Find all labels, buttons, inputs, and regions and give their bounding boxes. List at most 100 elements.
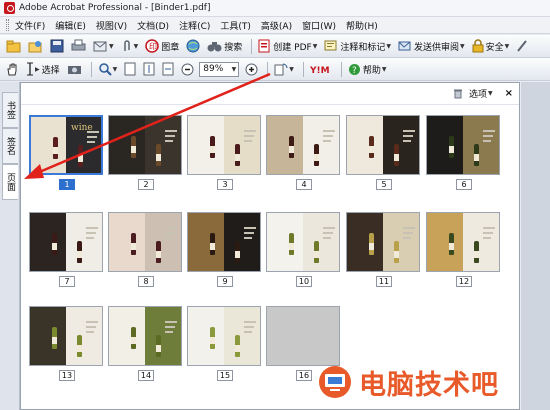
open-button[interactable] bbox=[26, 37, 45, 55]
page-thumbnail[interactable] bbox=[346, 115, 420, 175]
text-line bbox=[86, 232, 96, 234]
page-thumbnail[interactable] bbox=[108, 212, 182, 272]
zoom-level-input[interactable]: 89% ▼ bbox=[199, 61, 240, 77]
page-thumbnail[interactable] bbox=[108, 115, 182, 175]
page-number-label[interactable]: 10 bbox=[296, 276, 312, 287]
text-line bbox=[244, 130, 256, 132]
close-panel-button[interactable]: × bbox=[505, 88, 513, 99]
page-number-label[interactable]: 15 bbox=[217, 370, 233, 381]
help-button[interactable]: ? 帮助 ▼ bbox=[346, 60, 389, 78]
thumbnail-left-half bbox=[30, 307, 66, 365]
create-pdf-label: 创建 PDF bbox=[273, 42, 312, 53]
page-thumbnail[interactable] bbox=[29, 306, 103, 366]
text-line bbox=[244, 232, 254, 234]
bottle-label bbox=[52, 337, 57, 344]
fit-page-button[interactable] bbox=[141, 60, 157, 78]
menu-comments[interactable]: 注释(C) bbox=[179, 19, 210, 32]
select-tool-button[interactable]: ▶ 选择 bbox=[24, 60, 62, 78]
menu-advanced[interactable]: 高级(A) bbox=[261, 19, 292, 32]
text-line bbox=[165, 227, 177, 229]
menu-window[interactable]: 窗口(W) bbox=[302, 19, 336, 32]
globe-icon bbox=[186, 39, 200, 53]
page-thumbnail[interactable] bbox=[108, 306, 182, 366]
page-number-label[interactable]: 14 bbox=[138, 370, 154, 381]
menu-tools[interactable]: 工具(T) bbox=[220, 19, 251, 32]
comment-markup-button[interactable]: 注释和标记 ▼ bbox=[322, 37, 393, 55]
tab-signatures[interactable]: 签名 bbox=[2, 128, 18, 164]
yahoo-logo[interactable]: Y!M bbox=[308, 60, 334, 78]
page-number-label[interactable]: 1 bbox=[59, 179, 75, 190]
page-thumbnail[interactable] bbox=[29, 212, 103, 272]
thumbnail-right-half bbox=[145, 307, 181, 365]
page-number-label[interactable]: 6 bbox=[456, 179, 472, 190]
monitor-logo-icon bbox=[319, 366, 351, 398]
page-thumbnail[interactable] bbox=[187, 212, 261, 272]
toolbar-grip[interactable] bbox=[6, 19, 9, 31]
stamp-button[interactable]: 印 图章 bbox=[143, 37, 181, 55]
page-thumbnail[interactable]: wine bbox=[29, 115, 103, 175]
trash-icon bbox=[453, 89, 462, 99]
rotate-view-button[interactable]: ▼ bbox=[272, 60, 296, 78]
bottle-label bbox=[289, 243, 294, 250]
menu-document[interactable]: 文档(D) bbox=[137, 19, 169, 32]
menu-edit[interactable]: 编辑(E) bbox=[55, 19, 86, 32]
page-number-label[interactable]: 13 bbox=[59, 370, 75, 381]
tab-pages[interactable]: 页面 bbox=[2, 164, 18, 200]
page-thumbnail[interactable] bbox=[266, 115, 340, 175]
zoom-in-tool-button[interactable]: ▼ bbox=[96, 60, 120, 78]
create-pdf-button[interactable]: 创建 PDF ▼ bbox=[256, 37, 319, 55]
page-number-label[interactable]: 5 bbox=[376, 179, 392, 190]
zoom-out-button[interactable] bbox=[179, 60, 196, 78]
page-number-label[interactable]: 3 bbox=[217, 179, 233, 190]
sign-button[interactable] bbox=[514, 37, 530, 55]
text-line bbox=[323, 130, 335, 132]
page-number-label[interactable]: 16 bbox=[296, 370, 312, 381]
page-thumbnail[interactable] bbox=[266, 306, 340, 366]
page-number-label[interactable]: 12 bbox=[456, 276, 472, 287]
menu-view[interactable]: 视图(V) bbox=[96, 19, 127, 32]
zoom-level-value: 89% bbox=[203, 64, 224, 74]
bottle-label bbox=[314, 251, 319, 258]
hand-tool-button[interactable] bbox=[4, 60, 21, 78]
menu-file[interactable]: 文件(F) bbox=[15, 19, 45, 32]
options-label: 选项 bbox=[468, 90, 487, 100]
security-button[interactable]: 安全 ▼ bbox=[470, 37, 512, 55]
tab-bookmarks[interactable]: 书签 bbox=[2, 92, 18, 128]
page-thumbnail[interactable] bbox=[346, 212, 420, 272]
actual-size-button[interactable] bbox=[122, 60, 138, 78]
page-number-label[interactable]: 11 bbox=[376, 276, 392, 287]
page-thumbnail[interactable] bbox=[266, 212, 340, 272]
page-number-label[interactable]: 9 bbox=[217, 276, 233, 287]
fit-width-button[interactable] bbox=[160, 60, 176, 78]
text-line bbox=[483, 140, 491, 142]
bottle-label bbox=[289, 146, 294, 153]
save-button[interactable] bbox=[48, 37, 66, 55]
text-line bbox=[165, 321, 177, 323]
text-line bbox=[403, 232, 413, 234]
page-number-label[interactable]: 2 bbox=[138, 179, 154, 190]
email-button[interactable]: ▼ bbox=[91, 37, 116, 55]
page-number-label[interactable]: 8 bbox=[138, 276, 154, 287]
snapshot-button[interactable] bbox=[65, 60, 84, 78]
print-button[interactable] bbox=[69, 37, 88, 55]
page-number-label[interactable]: 4 bbox=[296, 179, 312, 190]
page-number-label[interactable]: 7 bbox=[59, 276, 75, 287]
bottle-label bbox=[52, 243, 57, 250]
browser-button[interactable] bbox=[184, 37, 202, 55]
zoom-in-button[interactable] bbox=[243, 60, 260, 78]
page-thumbnail[interactable] bbox=[187, 115, 261, 175]
text-line bbox=[165, 331, 173, 333]
create-new-button[interactable] bbox=[4, 37, 23, 55]
page-thumbnail[interactable] bbox=[426, 212, 500, 272]
thumbnail-left-half bbox=[267, 116, 303, 174]
search-button[interactable]: 搜索 bbox=[205, 37, 244, 55]
thumbnail-left-half bbox=[30, 213, 66, 271]
thumbnail-left-half bbox=[347, 116, 383, 174]
options-button[interactable]: 选项 ▼ bbox=[453, 87, 493, 100]
attach-button[interactable]: ▼ bbox=[119, 37, 141, 55]
page-thumbnail[interactable] bbox=[187, 306, 261, 366]
chevron-down-icon[interactable]: ▼ bbox=[232, 66, 237, 73]
page-thumbnail[interactable] bbox=[426, 115, 500, 175]
send-review-button[interactable]: 发送供审阅 ▼ bbox=[396, 37, 467, 55]
menu-help[interactable]: 帮助(H) bbox=[346, 19, 378, 32]
